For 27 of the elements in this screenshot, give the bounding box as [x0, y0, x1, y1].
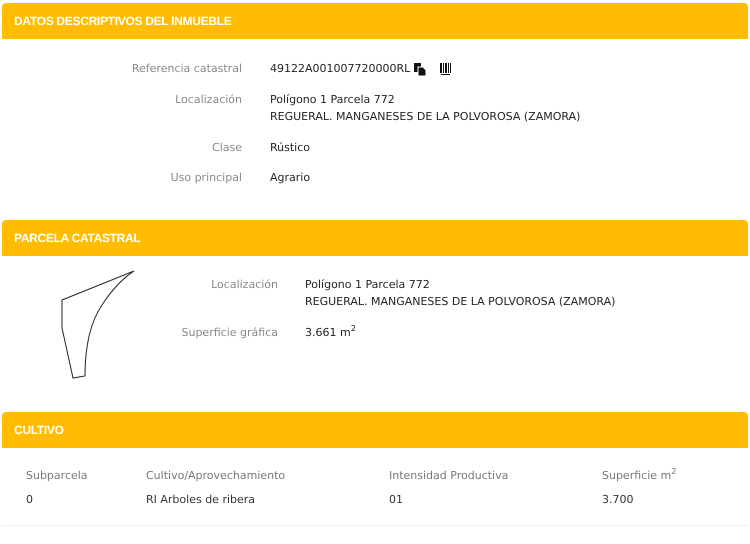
field-label: Localización: [174, 92, 242, 108]
column-header: Superficie m$^{2}$: [602, 468, 678, 484]
field-value: Rústico: [270, 140, 310, 156]
field-label: Referencia catastral: [130, 61, 242, 77]
field-value: REGUERAL. MANGANESES DE LA POLVOROSA (ZAMORA): [270, 109, 580, 125]
field-value: REGUERAL. MANGANESES DE LA POLVOROSA (ZAMORA): [305, 294, 616, 310]
barcode-icon[interactable]: [440, 62, 452, 76]
field-value: Agrario: [270, 170, 310, 186]
field-value: Polígono 1 Parcela 772: [305, 276, 430, 292]
column-header: Subparcela: [26, 468, 89, 484]
table-cell-text: 01: [389, 492, 404, 508]
table-cell-text: RI Arboles de ribera: [146, 492, 256, 508]
table-cell-text: 0: [26, 492, 34, 508]
field-value: Polígono 1 Parcela 772: [270, 92, 395, 108]
section-title: PARCELA CATASTRAL: [14, 230, 140, 246]
section-title: CULTIVO: [14, 422, 64, 438]
column-header: Cultivo/Aprovechamiento: [146, 468, 286, 484]
section-title: DATOS DESCRIPTIVOS DEL INMUEBLE: [14, 13, 232, 30]
field-label: Localización: [210, 276, 278, 292]
table-cell-text: 3.700: [602, 492, 634, 508]
field-label: Clase: [211, 140, 242, 156]
field-value: 3.661 m$^{2}$: [305, 324, 356, 340]
field-value: 49122A001007720000RL: [270, 61, 410, 77]
field-label: Superficie gráfica: [180, 324, 278, 340]
field-label: Uso principal: [170, 170, 242, 186]
copy-icon[interactable]: [414, 62, 426, 76]
column-header: Intensidad Productiva: [389, 468, 510, 484]
